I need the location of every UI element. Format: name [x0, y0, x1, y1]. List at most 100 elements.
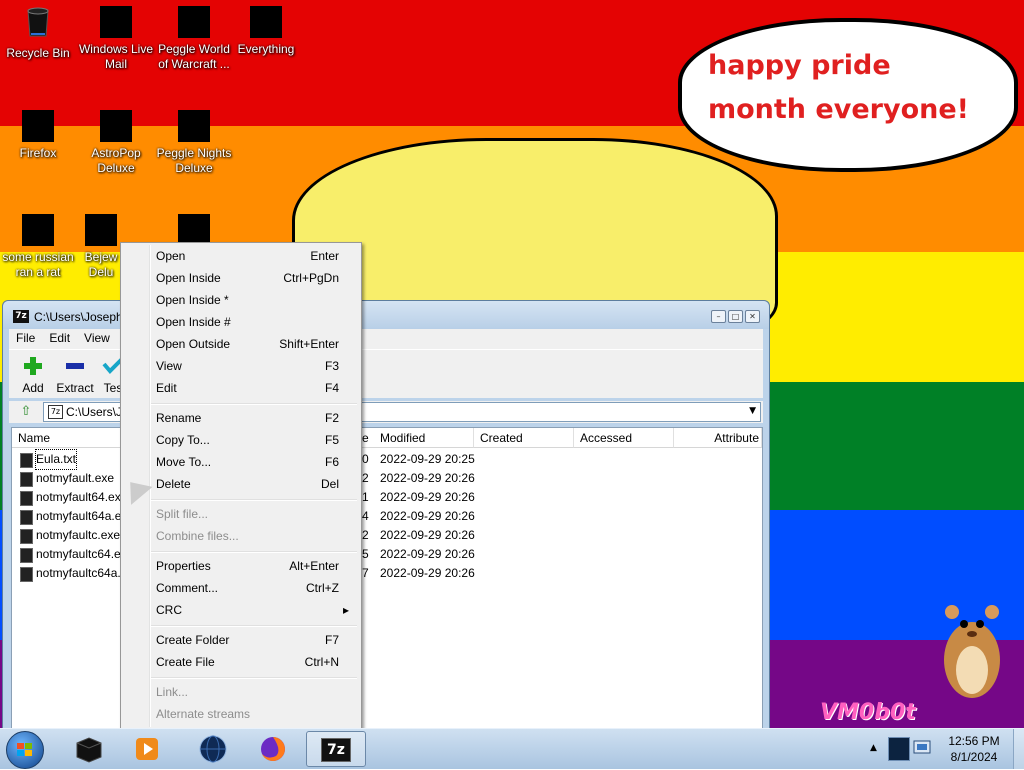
menu-edit[interactable]: Edit	[42, 329, 77, 347]
menu-item-shortcut: F3	[324, 359, 339, 373]
menu-separator	[151, 677, 357, 679]
menu-item-open-inside[interactable]: Open Inside Ctrl+PgDn	[123, 267, 359, 289]
menu-item-shortcut: Alt+Enter	[289, 559, 339, 573]
close-button[interactable]: ✕	[745, 310, 760, 323]
clock[interactable]: 12:56 PM 8/1/2024	[946, 733, 1002, 765]
menu-item-label: Create File	[156, 655, 215, 669]
menu-item-shortcut: F4	[324, 381, 339, 395]
black-box-app-icon	[76, 737, 102, 763]
menu-item-shortcut: F2	[324, 411, 339, 425]
desktop-icon-peggle-wow[interactable]: Peggle World of Warcraft ...	[156, 6, 232, 72]
menu-item-alternate-streams[interactable]: Alternate streams	[123, 703, 359, 725]
menu-separator	[151, 625, 357, 627]
desktop-icon-recycle-bin[interactable]: Recycle Bin	[0, 6, 76, 61]
menu-item-open-inside-star[interactable]: Open Inside *	[123, 289, 359, 311]
column-header-modified[interactable]: Modified	[374, 428, 474, 448]
desktop-icon-firefox[interactable]: Firefox	[0, 110, 76, 161]
file-size: 1	[362, 490, 369, 504]
menu-item-label: Combine files...	[156, 529, 239, 543]
menu-item-move-to[interactable]: Move To... F6	[123, 451, 359, 473]
file-icon	[20, 472, 33, 487]
file-icon	[20, 529, 33, 544]
menu-item-create-file[interactable]: Create File Ctrl+N	[123, 651, 359, 673]
menu-item-properties[interactable]: Properties Alt+Enter	[123, 555, 359, 577]
file-name: notmyfault.exe	[36, 471, 115, 485]
address-dropdown-icon[interactable]: ▼	[749, 406, 756, 416]
file-modified: 2022-09-29 20:26	[380, 566, 475, 580]
window-titlebar[interactable]: 7z C:\Users\Joseph – □ ✕	[3, 301, 769, 329]
taskbar-button-7zip[interactable]: 7z	[306, 731, 366, 767]
desktop-icon-ie-rat[interactable]: some russian ran a rat	[0, 214, 76, 280]
vmobot-watermark: VM0b0t	[820, 700, 916, 725]
column-header-attributes[interactable]: Attribute	[674, 428, 762, 448]
desktop-icon-everything[interactable]: Everything	[228, 6, 304, 57]
tray-app-icon[interactable]	[888, 737, 910, 761]
maximize-button[interactable]: □	[728, 310, 743, 323]
desktop-icon-label: Peggle World of Warcraft ...	[158, 42, 230, 71]
add-button[interactable]: Add	[15, 356, 51, 395]
menu-item-label: Alternate streams	[156, 707, 251, 721]
menu-view[interactable]: View	[77, 329, 117, 347]
7zip-file-manager-window: 7z C:\Users\Joseph – □ ✕ File Edit View Ad…	[2, 300, 770, 730]
file-name: notmyfault64.ex	[36, 490, 121, 504]
menu-separator	[151, 403, 357, 405]
window-title: C:\Users\Joseph	[34, 310, 123, 324]
column-header-created[interactable]: Created	[474, 428, 574, 448]
menu-item-rename[interactable]: Rename F2	[123, 407, 359, 429]
menu-item-crc[interactable]: CRC ▸	[123, 599, 359, 621]
menu-item-create-folder[interactable]: Create Folder F7	[123, 629, 359, 651]
menu-item-label: Open	[156, 249, 186, 263]
start-button[interactable]	[4, 730, 46, 769]
desktop-icon-peggle-nights[interactable]: Peggle Nights Deluxe	[156, 110, 232, 176]
taskbar-button-firefox[interactable]	[246, 731, 300, 767]
menu-item-split-file[interactable]: Split file...	[123, 503, 359, 525]
file-icon	[20, 453, 33, 468]
folder-up-icon[interactable]: ⇧	[17, 404, 35, 420]
taskbar-button-black-box[interactable]	[62, 731, 116, 767]
menu-item-label: Open Inside *	[156, 293, 229, 307]
menu-item-copy-to[interactable]: Copy To... F5	[123, 429, 359, 451]
menu-item-delete[interactable]: Delete Del	[123, 473, 359, 495]
network-icon[interactable]	[912, 737, 932, 759]
submenu-arrow-icon: ▸	[342, 603, 349, 617]
menu-item-combine-files[interactable]: Combine files...	[123, 525, 359, 547]
show-hidden-icons-icon[interactable]: ▲	[870, 743, 877, 753]
menu-item-edit[interactable]: Edit F4	[123, 377, 359, 399]
menu-item-link[interactable]: Link...	[123, 681, 359, 703]
menu-item-view[interactable]: View F3	[123, 355, 359, 377]
menu-item-open[interactable]: Open Enter	[123, 245, 359, 267]
desktop-icon-label: Bejew Delu	[84, 250, 118, 279]
menu-item-shortcut: Ctrl+Z	[306, 581, 339, 595]
desktop-icon-label: Everything	[237, 42, 295, 56]
dancing-hamster-image	[944, 605, 1000, 698]
menu-item-open-outside[interactable]: Open Outside Shift+Enter	[123, 333, 359, 355]
menu-item-shortcut: Shift+Enter	[279, 337, 339, 351]
extract-button[interactable]: Extract	[55, 356, 95, 395]
show-desktop-button[interactable]	[1013, 729, 1024, 769]
menu-item-open-inside-hash[interactable]: Open Inside #	[123, 311, 359, 333]
menu-item-comment[interactable]: Comment... Ctrl+Z	[123, 577, 359, 599]
desktop-icon-bejeweled[interactable]: Bejew Delu	[78, 214, 124, 280]
recycle-bin-icon	[27, 7, 49, 37]
file-name: notmyfault64a.e	[36, 509, 122, 523]
desktop-icon-label: Recycle Bin	[6, 46, 70, 60]
menu-item-shortcut: Ctrl+PgDn	[283, 271, 339, 285]
file-size: 2	[362, 528, 369, 542]
menu-item-label: Open Inside	[156, 271, 221, 285]
menu-file[interactable]: File	[9, 329, 42, 347]
file-modified: 2022-09-29 20:26	[380, 528, 475, 542]
peggle-wow-icon	[178, 6, 210, 38]
file-name: notmyfaultc64.e	[36, 547, 121, 561]
menu-item-label: Open Outside	[156, 337, 231, 351]
minimize-button[interactable]: –	[711, 310, 726, 323]
file-modified: 2022-09-29 20:26	[380, 490, 475, 504]
extract-minus-icon	[66, 363, 84, 369]
desktop-icon-label: Firefox	[19, 146, 57, 160]
column-header-accessed[interactable]: Accessed	[574, 428, 674, 448]
desktop-icon-windows-live-mail[interactable]: Windows Live Mail	[78, 6, 154, 72]
menu-item-shortcut: F5	[324, 433, 339, 447]
taskbar-button-media-player[interactable]	[120, 731, 174, 767]
taskbar-button-globe-app[interactable]	[186, 731, 240, 767]
desktop-icon-astropop[interactable]: AstroPop Deluxe	[78, 110, 154, 176]
menu-item-shortcut: Ctrl+N	[304, 655, 339, 669]
